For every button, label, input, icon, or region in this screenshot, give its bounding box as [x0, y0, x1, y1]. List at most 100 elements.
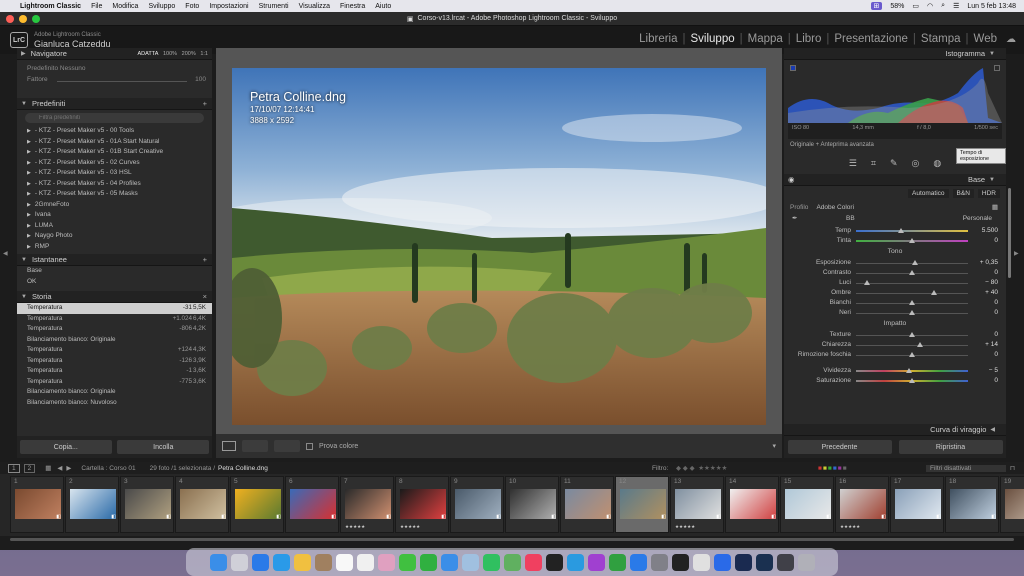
auto-button[interactable]: Automatico	[908, 188, 949, 198]
reminders-icon[interactable]	[356, 553, 374, 571]
launchpad-icon[interactable]	[230, 553, 248, 571]
history-item[interactable]: Temperatura -126 3,9K	[17, 356, 212, 367]
zoom-icon[interactable]	[32, 15, 40, 23]
temp-slider[interactable]: Temp 5.500	[784, 226, 1006, 236]
filmstrip-thumbnail[interactable]: 12 ◧	[615, 476, 669, 533]
module-web[interactable]: Web	[969, 33, 1002, 45]
basic-slider[interactable]: Ombre + 40	[784, 288, 1006, 298]
close-icon[interactable]	[6, 15, 14, 23]
expand-icon[interactable]: ▶	[27, 223, 31, 229]
history-item[interactable]: Temperatura -31 5,5K	[17, 303, 212, 314]
preset-folder[interactable]: ▶ - KTZ - Preset Maker v5 - 02 Curves	[17, 158, 212, 169]
hdr-button[interactable]: HDR	[977, 188, 1000, 198]
lrc-dock-icon[interactable]	[755, 553, 773, 571]
slider-knob[interactable]	[916, 342, 923, 347]
slider-value[interactable]: 0	[994, 299, 998, 306]
contacts-icon[interactable]	[314, 553, 332, 571]
reset-button[interactable]: Ripristina	[898, 440, 1003, 454]
highlight-clipping-icon[interactable]	[994, 65, 1000, 71]
source-label[interactable]: Cartella : Corso 01	[81, 465, 135, 472]
finder-icon[interactable]	[209, 553, 227, 571]
filmstrip-thumbnail[interactable]: 6 ◧	[285, 476, 339, 533]
control-center-icon[interactable]: ☰	[953, 2, 959, 10]
menu-window[interactable]: Finestra	[340, 3, 365, 10]
filter-select[interactable]: Filtri disattivati	[926, 464, 1006, 472]
basic-slider[interactable]: Luci − 80	[784, 278, 1006, 288]
filmstrip-thumbnail[interactable]: 3 ◧	[120, 476, 174, 533]
eyedropper-icon[interactable]: ✒	[792, 214, 797, 222]
expand-icon[interactable]: ▶	[27, 149, 31, 155]
filmstrip-thumbnail[interactable]: 7 ★★★★★ ◧	[340, 476, 394, 533]
slider-knob[interactable]	[909, 270, 915, 275]
healing-icon[interactable]: ✎	[890, 158, 898, 169]
collapse-icon[interactable]: ▼	[21, 101, 27, 107]
battery-percent[interactable]: 58%	[890, 3, 904, 10]
filmstrip-thumbnail[interactable]: 10 ◧	[505, 476, 559, 533]
slider-track[interactable]	[856, 283, 968, 284]
history-item[interactable]: Temperatura -1 3,6K	[17, 366, 212, 377]
expand-icon[interactable]: ▶	[27, 244, 31, 250]
history-item[interactable]: Temperatura -775 3,6K	[17, 377, 212, 388]
filmstrip-thumbnail[interactable]: 11 ◧	[560, 476, 614, 533]
menu-tools[interactable]: Strumenti	[259, 3, 289, 10]
temp-track[interactable]	[856, 230, 968, 232]
bw-button[interactable]: B&N	[952, 188, 974, 198]
slider-value[interactable]: + 40	[985, 289, 998, 296]
tone-curve-header[interactable]: Curva di viraggio ◀	[784, 424, 1006, 436]
telegram-icon[interactable]	[566, 553, 584, 571]
collapse-icon[interactable]: ▼	[989, 51, 995, 57]
edit-sliders-icon[interactable]: ☰	[849, 158, 857, 169]
appletv-icon[interactable]	[545, 553, 563, 571]
menu-help[interactable]: Aiuto	[375, 3, 391, 10]
module-library[interactable]: Libreria	[634, 33, 682, 45]
basic-slider[interactable]: Rimozione foschia 0	[784, 350, 1006, 360]
loupe-view-icon[interactable]	[222, 441, 236, 451]
preset-folder[interactable]: ▶ RMP	[17, 242, 212, 253]
numbers-icon[interactable]	[608, 553, 626, 571]
slider-knob[interactable]	[909, 378, 915, 383]
filmstrip-thumbnail[interactable]: 2 ◧	[65, 476, 119, 533]
preset-folder[interactable]: ▶ LUMA	[17, 221, 212, 232]
slider-knob[interactable]	[912, 260, 919, 265]
basic-slider[interactable]: Vividezza − 5	[784, 366, 1006, 376]
module-slideshow[interactable]: Presentazione	[829, 33, 913, 45]
expand-icon[interactable]: ▶	[27, 181, 31, 187]
filmstrip-thumbnail[interactable]: 13 ★★★★★ ◧	[670, 476, 724, 533]
zoom-200[interactable]: 200%	[182, 51, 196, 57]
maps-icon[interactable]	[503, 553, 521, 571]
collapse-icon[interactable]: ▼	[21, 294, 27, 300]
preset-search-input[interactable]	[25, 113, 204, 123]
expand-icon[interactable]: ▶	[27, 202, 31, 208]
basic-header[interactable]: ◉ Base ▼	[784, 174, 1006, 186]
selected-file[interactable]: Petra Colline.dng	[218, 465, 268, 472]
redeye-icon[interactable]: ◎	[911, 158, 919, 169]
slider-value[interactable]: + 14	[985, 341, 998, 348]
preset-folder[interactable]: ▶ Naygo Photo	[17, 231, 212, 242]
settings-icon[interactable]	[650, 553, 668, 571]
menu-view[interactable]: Visualizza	[299, 3, 330, 10]
filmstrip-thumbnail[interactable]: 1 ◧	[10, 476, 64, 533]
slider-knob[interactable]	[909, 310, 915, 315]
photos-icon[interactable]	[377, 553, 395, 571]
slider-value[interactable]: 0	[994, 331, 998, 338]
navigator-header[interactable]: ▶ Navigatore ADATTA 100% 200% 1:1	[17, 48, 212, 60]
module-map[interactable]: Mappa	[743, 33, 788, 45]
filmstrip-thumbnail[interactable]: 17 ◧	[890, 476, 944, 533]
history-item[interactable]: Bilanciamento bianco: Nuvoloso	[17, 398, 212, 409]
terminal-icon[interactable]	[671, 553, 689, 571]
expand-icon[interactable]: ▶	[27, 233, 31, 239]
basic-slider[interactable]: Esposizione + 0,35	[784, 258, 1006, 268]
filmstrip-thumbnail[interactable]: 19◧	[1000, 476, 1024, 533]
slider-knob[interactable]	[931, 290, 938, 295]
page-2-button[interactable]: 2	[23, 463, 36, 473]
right-scrollbar[interactable]	[1008, 188, 1011, 278]
photoshop-icon[interactable]	[734, 553, 752, 571]
paste-button[interactable]: Incolla	[117, 440, 210, 454]
menu-file[interactable]: File	[91, 3, 102, 10]
add-preset-icon[interactable]: +	[203, 99, 207, 108]
histogram[interactable]: ISO 80 14,3 mm f / 8,0 1/500 sec	[788, 63, 1002, 139]
collapse-icon[interactable]: ◀	[990, 426, 995, 433]
filter-lock-icon[interactable]: ⊓	[1010, 464, 1015, 472]
slider-value[interactable]: 0	[994, 269, 998, 276]
minimize-icon[interactable]	[19, 15, 27, 23]
